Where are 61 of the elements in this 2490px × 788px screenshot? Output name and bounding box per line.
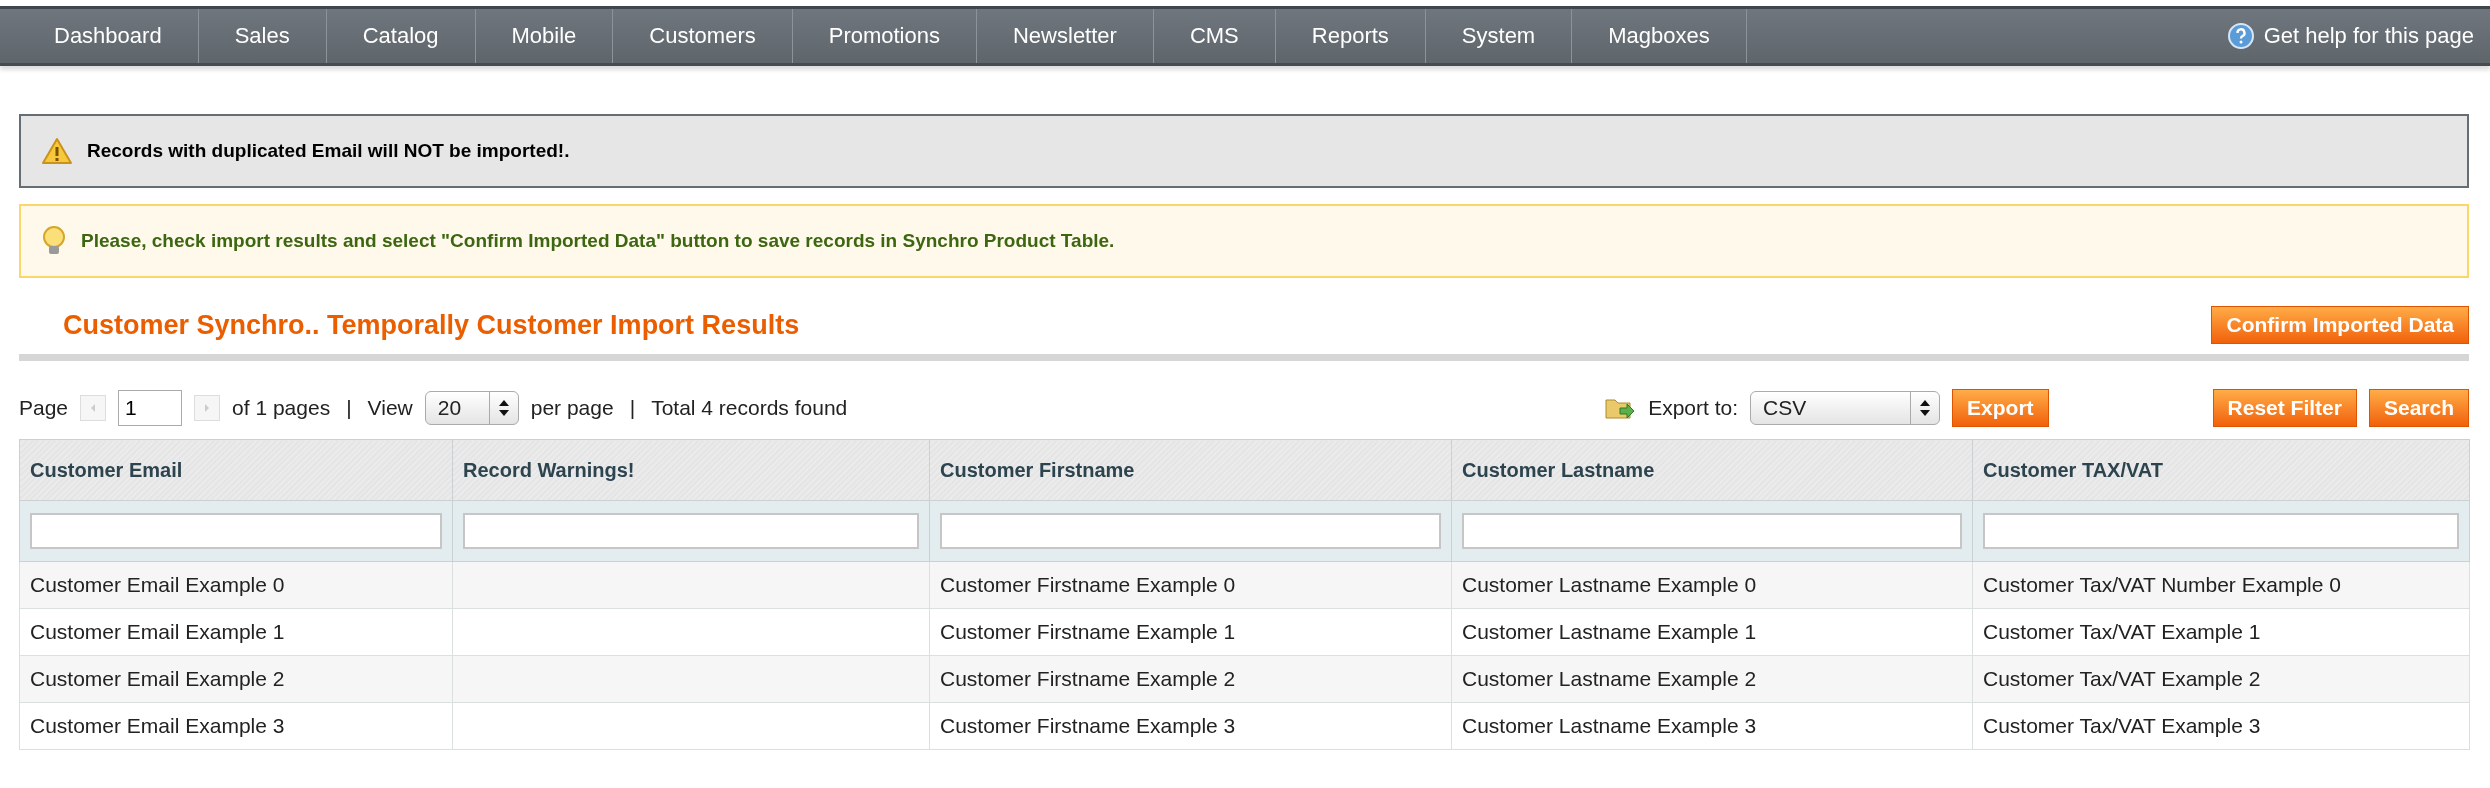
up-down-arrows-icon xyxy=(1919,398,1932,418)
column-header[interactable]: Record Warnings! xyxy=(452,439,930,501)
column-header[interactable]: Customer Lastname xyxy=(1451,439,1973,501)
per-page-label: per page xyxy=(530,396,614,420)
table-cell: Customer Lastname Example 1 xyxy=(1462,620,1757,643)
menu-item[interactable]: CMS xyxy=(1153,9,1276,63)
filter-field[interactable] xyxy=(1462,513,1962,549)
menu-item[interactable]: Newsletter xyxy=(977,9,1154,63)
table-cell: Customer Firstname Example 2 xyxy=(940,667,1236,690)
page-count: of 1 pages xyxy=(232,396,331,420)
menu-item[interactable]: Mobile xyxy=(475,9,614,63)
table-cell: Customer Email Example 0 xyxy=(30,573,285,596)
export-format-select[interactable]: CSV xyxy=(1750,391,1941,425)
table-cell: Customer Lastname Example 0 xyxy=(1462,573,1757,596)
table-cell: Customer Email Example 1 xyxy=(30,620,285,643)
menu-item[interactable]: Dashboard xyxy=(18,9,199,63)
lightbulb-icon xyxy=(41,226,67,256)
filter-field[interactable] xyxy=(1983,513,2459,549)
page-title: Customer Synchro.. Temporally Customer Import Results xyxy=(63,309,800,341)
separator: | xyxy=(628,396,637,420)
table-cell: Customer Firstname Example 3 xyxy=(940,714,1236,737)
menu-item[interactable]: Sales xyxy=(198,9,327,63)
table-cell: Customer Tax/VAT Example 1 xyxy=(1983,620,2261,643)
filter-field[interactable] xyxy=(463,513,919,549)
menu-item[interactable]: Reports xyxy=(1275,9,1426,63)
table-cell: Customer Lastname Example 3 xyxy=(1462,714,1757,737)
help-link[interactable]: Get help for this page xyxy=(2263,23,2474,49)
records-total: Total 4 records found xyxy=(651,396,848,420)
per-page-select[interactable]: 20 xyxy=(424,391,519,425)
filter-field[interactable] xyxy=(940,513,1441,549)
right-arrow-icon xyxy=(203,403,212,413)
menu-item[interactable]: Catalog xyxy=(326,9,476,63)
pager-label: Page xyxy=(19,396,69,420)
warning-icon xyxy=(41,137,73,165)
table-cell: Customer Email Example 3 xyxy=(30,714,285,737)
table-cell: Customer Firstname Example 0 xyxy=(940,573,1236,596)
table-cell: Customer Lastname Example 2 xyxy=(1462,667,1757,690)
menu-item[interactable]: System xyxy=(1425,9,1573,63)
filter-field[interactable] xyxy=(30,513,442,549)
page-field[interactable]: 1 xyxy=(118,390,183,426)
up-down-arrows-icon xyxy=(497,398,510,418)
message-text: Please, check import results and select "Confirm Imported Data" button to save records in Synchro Product Table. xyxy=(81,230,1115,252)
table-cell: Customer Firstname Example 1 xyxy=(940,620,1236,643)
menu-item[interactable]: Promotions xyxy=(792,9,977,63)
view-label: View xyxy=(367,396,413,420)
previous-page-button[interactable] xyxy=(80,395,107,421)
menu-item[interactable]: Magboxes xyxy=(1572,9,1747,63)
table-cell: Customer Tax/VAT Example 3 xyxy=(1983,714,2261,737)
left-arrow-icon xyxy=(89,403,98,413)
message-text: Records with duplicated Email will NOT be imported!. xyxy=(87,140,570,162)
column-header[interactable]: Customer TAX/VAT xyxy=(1972,439,2470,501)
export-label: Export to: xyxy=(1648,396,1739,420)
table-cell: Customer Tax/VAT Number Example 0 xyxy=(1983,573,2341,596)
table-cell: Customer Tax/VAT Example 2 xyxy=(1983,667,2261,690)
column-header[interactable]: Customer Email xyxy=(19,439,453,501)
column-header[interactable]: Customer Firstname xyxy=(929,439,1452,501)
table-cell: Customer Email Example 2 xyxy=(30,667,285,690)
help-icon xyxy=(2227,23,2254,49)
menu-item[interactable]: Customers xyxy=(613,9,793,63)
separator: | xyxy=(345,396,353,420)
next-page-button[interactable] xyxy=(194,395,221,421)
